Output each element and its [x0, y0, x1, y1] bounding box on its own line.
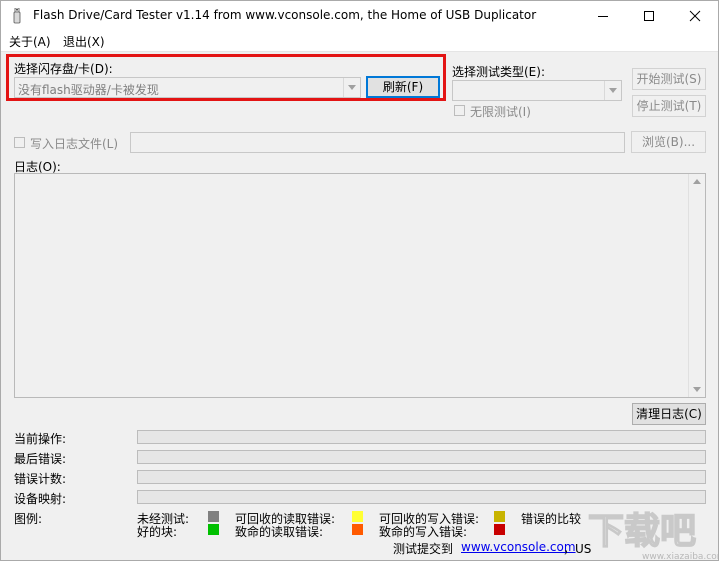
- submit-label: 测试提交到: [393, 542, 454, 556]
- write-log-checkbox[interactable]: [14, 137, 25, 148]
- test-type-select[interactable]: [452, 80, 622, 101]
- legend-title: 图例:: [14, 512, 43, 526]
- usb-drive-icon: [13, 8, 21, 24]
- current-op-label: 当前操作:: [14, 432, 67, 446]
- watermark-text: 下载吧: [588, 511, 696, 552]
- minimize-icon: [598, 16, 608, 17]
- error-count-label: 错误计数:: [14, 472, 67, 486]
- stop-test-button[interactable]: 停止测试(T): [632, 95, 706, 117]
- legend-label-good-block: 好的块:: [137, 525, 178, 539]
- watermark-url: www.xiazaiba.com: [642, 552, 719, 561]
- legend-swatch-recoverable-read: [352, 511, 363, 522]
- log-file-path-input[interactable]: [130, 132, 625, 153]
- legend-swatch-good-block: [208, 524, 219, 535]
- legend-label-fatal-write: 致命的写入错误:: [379, 525, 468, 539]
- app-window: Flash Drive/Card Tester v1.14 from www.v…: [0, 0, 719, 561]
- current-op-field: [137, 430, 706, 444]
- watermark-logo: 下载吧 www.xiazaiba.com: [584, 501, 719, 561]
- last-error-field: [137, 450, 706, 464]
- error-count-field: [137, 470, 706, 484]
- chevron-up-icon[interactable]: [693, 179, 701, 184]
- write-log-label: 写入日志文件(L): [30, 137, 119, 151]
- close-button[interactable]: [672, 1, 718, 31]
- legend-label-compare-error: 错误的比较: [521, 512, 582, 526]
- menu-bar: 关于(A) 退出(X): [1, 31, 718, 52]
- legend-swatch-fatal-read: [352, 524, 363, 535]
- highlight-box: [6, 54, 446, 101]
- chevron-down-icon: [609, 88, 617, 93]
- unlimited-test-label: 无限测试(I): [470, 105, 531, 119]
- maximize-icon: [644, 11, 654, 21]
- chevron-down-icon[interactable]: [693, 387, 701, 392]
- vconsole-link[interactable]: www.vconsole.com: [461, 540, 576, 554]
- maximize-button[interactable]: [626, 1, 672, 31]
- log-scrollbar[interactable]: [688, 174, 705, 397]
- title-bar[interactable]: Flash Drive/Card Tester v1.14 from www.v…: [1, 1, 718, 31]
- window-title: Flash Drive/Card Tester v1.14 from www.v…: [33, 8, 537, 22]
- legend-label-fatal-read: 致命的读取错误:: [235, 525, 324, 539]
- test-type-label: 选择测试类型(E):: [452, 65, 545, 79]
- clear-log-button[interactable]: 清理日志(C): [632, 403, 706, 425]
- log-textarea[interactable]: [14, 173, 706, 398]
- unlimited-test-checkbox[interactable]: [454, 105, 465, 116]
- menu-exit[interactable]: 退出(X): [63, 33, 105, 50]
- legend-swatch-fatal-write: [494, 524, 505, 535]
- last-error-label: 最后错误:: [14, 452, 67, 466]
- browse-button[interactable]: 浏览(B)...: [631, 131, 706, 153]
- start-test-button[interactable]: 开始测试(S): [632, 68, 706, 90]
- legend-swatch-recoverable-write: [494, 511, 505, 522]
- menu-about[interactable]: 关于(A): [9, 33, 51, 50]
- minimize-button[interactable]: [580, 1, 626, 31]
- test-type-dropdown[interactable]: [604, 81, 621, 100]
- close-icon: [689, 10, 701, 22]
- device-map-label: 设备映射:: [14, 492, 67, 506]
- legend-swatch-untested: [208, 511, 219, 522]
